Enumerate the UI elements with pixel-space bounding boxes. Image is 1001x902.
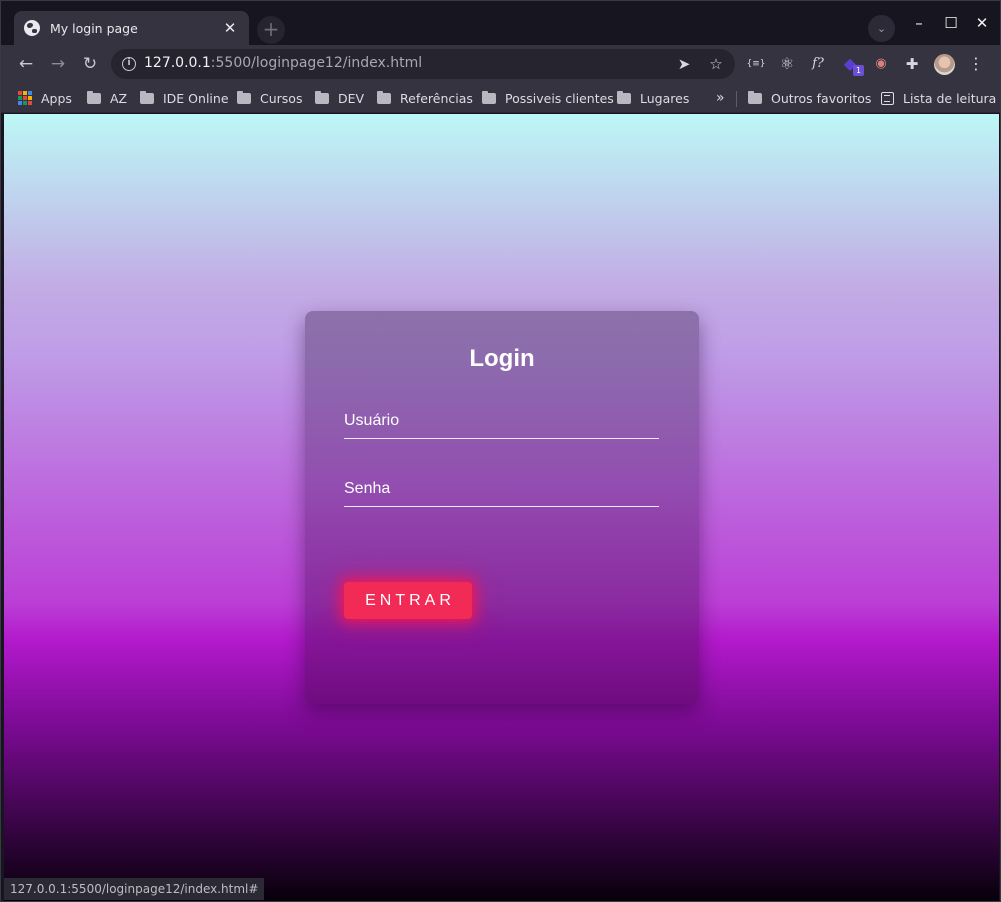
extension-braces-icon[interactable]: {≡} <box>746 54 766 74</box>
bookmark-folder-cursos[interactable]: Cursos <box>237 89 302 107</box>
entrar-button[interactable]: ENTRAR <box>344 582 472 619</box>
folder-icon <box>237 90 251 104</box>
extensions-puzzle-icon[interactable]: ✚ <box>902 54 922 74</box>
bookmark-apps[interactable]: Apps <box>18 89 72 107</box>
login-card: Login ENTRAR <box>305 311 699 704</box>
bookmark-label: DEV <box>338 90 365 106</box>
login-title: Login <box>469 345 535 372</box>
site-info-icon[interactable]: i <box>122 57 136 71</box>
url-text[interactable]: 127.0.0.1:5500/loginpage12/index.html <box>144 55 422 71</box>
bookmark-star-icon[interactable]: ☆ <box>706 54 726 74</box>
folder-icon <box>748 90 762 104</box>
bookmark-label: Cursos <box>260 90 303 106</box>
reading-list-label: Lista de leitura <box>903 90 997 106</box>
bookmark-label: Possiveis clientes <box>505 90 614 106</box>
tab-bar: My login page ✕ + ⌄ – ☐ ✕ <box>1 1 1000 45</box>
profile-avatar[interactable] <box>934 54 955 75</box>
glasses-extension-icon[interactable]: ◉ <box>871 54 891 74</box>
bookmark-folder-dev[interactable]: DEV <box>315 89 364 107</box>
username-input[interactable] <box>344 405 659 439</box>
back-icon[interactable]: ← <box>14 52 38 76</box>
password-input[interactable] <box>344 473 659 507</box>
minimize-icon[interactable]: – <box>907 12 931 34</box>
folder-icon <box>617 90 631 104</box>
bookmark-folder-outros-favoritos[interactable]: Outros favoritos <box>748 89 871 107</box>
globe-icon <box>24 20 40 36</box>
browser-window: My login page ✕ + ⌄ – ☐ ✕ ← → ↻ i 127.0.… <box>0 0 1001 902</box>
bookmark-label: Referências <box>400 90 473 106</box>
browser-tab[interactable]: My login page ✕ <box>14 11 249 45</box>
bookmark-folder-possiveis-clientes[interactable]: Possiveis clientes <box>482 89 614 107</box>
send-icon[interactable]: ➤ <box>674 54 694 74</box>
status-bar-url: 127.0.0.1:5500/loginpage12/index.html# <box>4 878 265 900</box>
folder-icon <box>377 90 391 104</box>
function-extension-icon[interactable]: f? <box>808 54 828 74</box>
bookmark-label: Apps <box>41 90 72 106</box>
apps-grid-icon <box>18 91 32 105</box>
bookmark-label: Outros favoritos <box>771 90 872 106</box>
new-tab-button[interactable]: + <box>257 16 285 44</box>
reading-list-icon <box>881 91 894 105</box>
bookmark-folder-ide-online[interactable]: IDE Online <box>140 89 229 107</box>
close-window-icon[interactable]: ✕ <box>970 12 994 34</box>
tab-title: My login page <box>50 20 138 36</box>
bookmark-label: AZ <box>110 90 128 106</box>
reload-icon[interactable]: ↻ <box>78 52 102 76</box>
folder-icon <box>87 90 101 104</box>
extension-badge: 1 <box>853 65 864 76</box>
folder-icon <box>482 90 496 104</box>
page-viewport: Login ENTRAR <box>4 114 999 901</box>
browser-toolbar: ← → ↻ i 127.0.0.1:5500/loginpage12/index… <box>1 45 1000 83</box>
folder-icon <box>315 90 329 104</box>
bookmarks-overflow-button[interactable]: » <box>716 89 725 107</box>
forward-icon[interactable]: → <box>46 52 70 76</box>
folder-icon <box>140 90 154 104</box>
bookmarks-divider <box>736 91 737 107</box>
url-host: 127.0.0.1 <box>144 55 211 71</box>
react-devtools-icon[interactable]: ⚛ <box>777 54 797 74</box>
menu-kebab-icon[interactable]: ⋮ <box>966 54 986 74</box>
reading-list-button[interactable]: Lista de leitura <box>881 89 996 107</box>
maximize-icon[interactable]: ☐ <box>939 12 963 34</box>
bookmark-folder-az[interactable]: AZ <box>87 89 127 107</box>
bookmark-label: IDE Online <box>163 90 229 106</box>
bookmark-folder-referencias[interactable]: Referências <box>377 89 473 107</box>
bookmark-label: Lugares <box>640 90 690 106</box>
close-tab-icon[interactable]: ✕ <box>221 19 239 37</box>
address-bar[interactable]: i 127.0.0.1:5500/loginpage12/index.html … <box>111 49 735 79</box>
tab-search-button[interactable]: ⌄ <box>868 15 895 42</box>
bookmarks-bar: Apps AZ IDE Online Cursos DEV Referência… <box>1 83 1000 113</box>
url-path: :5500/loginpage12/index.html <box>210 55 423 71</box>
bookmark-folder-lugares[interactable]: Lugares <box>617 89 689 107</box>
